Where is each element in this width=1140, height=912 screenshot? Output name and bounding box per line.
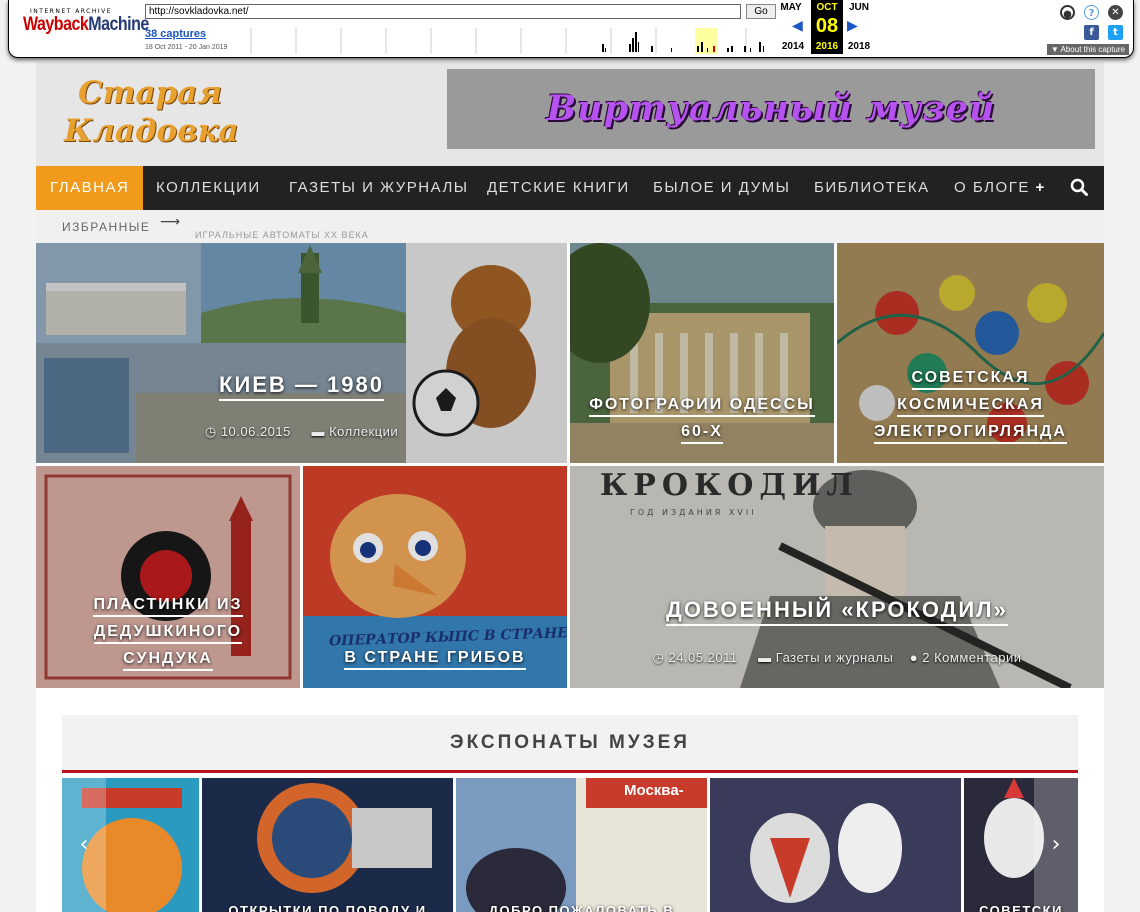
tile-mushrooms-title[interactable]: В СТРАНЕ ГРИБОВ <box>303 644 567 671</box>
nav-item-bygone[interactable]: БЫЛОЕ И ДУМЫ <box>653 166 790 210</box>
main-nav: ГЛАВНАЯ КОЛЛЕКЦИИ ГАЗЕТЫ И ЖУРНАЛЫ ДЕТСК… <box>36 166 1104 210</box>
nav-item-newspapers[interactable]: ГАЗЕТЫ И ЖУРНАЛЫ <box>289 166 469 210</box>
wayback-logo-b: Machine <box>88 14 149 35</box>
exhibit-image <box>202 778 453 912</box>
tile-kiev-title-text: КИЕВ — 1980 <box>219 372 384 401</box>
exhibit-item[interactable]: ‹ <box>62 778 199 912</box>
tile-records[interactable]: ПЛАСТИНКИ ИЗ ДЕДУШКИНОГО СУНДУКА <box>36 466 300 688</box>
tile-garland-title-l2: КОСМИЧЕСКАЯ <box>897 396 1044 417</box>
tile-kiev-category[interactable]: Коллекции <box>329 424 398 439</box>
clock-icon: ◷ <box>652 650 665 665</box>
site-page: Старая Кладовка Виртуальный музей детств… <box>36 62 1104 912</box>
wayback-logo-a: Wayback <box>23 14 89 35</box>
banner-text: Виртуальный музей детства <box>546 88 996 209</box>
tile-kiev-meta: ◷ 10.06.2015 ▬ Коллекции <box>36 424 567 440</box>
wayback-next-year[interactable]: 2018 <box>843 41 875 52</box>
exhibits-title: ЭКСПОНАТЫ МУЗЕЯ <box>62 715 1078 773</box>
wayback-next-arrow-icon[interactable]: ▶ <box>847 18 858 34</box>
slider-next-icon[interactable]: › <box>1034 778 1078 912</box>
exhibit-item[interactable]: Москва- ДОБРО ПОЖАЛОВАТЬ В <box>456 778 707 912</box>
twitter-icon[interactable]: t <box>1108 25 1123 40</box>
wayback-toolbar: INTERNET ARCHIVE WaybackMachine http://s… <box>8 0 1134 58</box>
plus-icon: + <box>1035 179 1046 196</box>
exhibit-item[interactable]: › СОВЕТСКИ <box>964 778 1078 912</box>
featured-bar: ИЗБРАННЫЕ ⟶ ИГРАЛЬНЫЕ АВТОМАТЫ XX ВЕКА <box>36 210 1104 243</box>
tile-kiev-date: 10.06.2015 <box>220 424 291 439</box>
close-icon[interactable]: ✕ <box>1108 5 1123 20</box>
tile-krokodil[interactable]: КРОКОДИЛ ГОД ИЗДАНИЯ XVII ДОВОЕННЫЙ «КРО… <box>570 466 1104 688</box>
wayback-go-button[interactable]: Go <box>746 4 776 19</box>
tile-records-title-l1: ПЛАСТИНКИ ИЗ <box>93 596 243 617</box>
clock-icon: ◷ <box>204 424 217 439</box>
nav-item-children-books[interactable]: ДЕТСКИЕ КНИГИ <box>487 166 630 210</box>
arrow-right-icon[interactable]: ⟶ <box>160 214 180 230</box>
exhibit-item[interactable]: ОТКРЫТКИ ПО ПОВОДУ И <box>202 778 453 912</box>
user-icon[interactable]: ● <box>1060 5 1075 20</box>
tile-records-title[interactable]: ПЛАСТИНКИ ИЗ ДЕДУШКИНОГО СУНДУКА <box>36 591 300 672</box>
folder-icon: ▬ <box>758 650 772 665</box>
wayback-prev-year[interactable]: 2014 <box>777 41 809 52</box>
tile-krokodil-title-text: ДОВОЕННЫЙ «КРОКОДИЛ» <box>666 597 1008 626</box>
wayback-prev-month[interactable]: MAY <box>775 2 807 13</box>
tile-garland-title[interactable]: СОВЕТСКАЯ КОСМИЧЕСКАЯ ЭЛЕКТРОГИРЛЯНДА <box>837 364 1104 445</box>
featured-label: ИЗБРАННЫЕ <box>62 220 151 234</box>
tile-odessa-title-l1: ФОТОГРАФИИ ОДЕССЫ <box>589 396 815 417</box>
nav-item-collections[interactable]: КОЛЛЕКЦИИ <box>156 166 261 210</box>
wayback-capture-range: 18 Oct 2011 - 20 Jan 2019 <box>145 44 228 51</box>
tile-krokodil-title[interactable]: ДОВОЕННЫЙ «КРОКОДИЛ» <box>570 596 1104 626</box>
tile-garland[interactable]: СОВЕТСКАЯ КОСМИЧЕСКАЯ ЭЛЕКТРОГИРЛЯНДА <box>837 243 1104 463</box>
tile-krokodil-date: 24.05.2011 <box>668 650 738 665</box>
header-banner[interactable]: Виртуальный музей детства <box>447 69 1095 209</box>
tile-garland-title-l1: СОВЕТСКАЯ <box>911 369 1030 390</box>
tile-odessa-title-l2: 60-Х <box>681 423 723 444</box>
help-icon[interactable]: ? <box>1084 5 1099 20</box>
site-logo[interactable]: Старая Кладовка <box>64 74 239 150</box>
wayback-cur-year: 2016 <box>815 41 839 52</box>
wayback-captures-link[interactable]: 38 captures <box>145 28 206 40</box>
wayback-next-month[interactable]: JUN <box>843 2 875 13</box>
tile-records-title-l2: ДЕДУШКИНОГО <box>93 623 243 644</box>
tile-mushrooms-title-text: В СТРАНЕ ГРИБОВ <box>344 649 526 670</box>
exhibit-item[interactable] <box>710 778 961 912</box>
nav-item-library[interactable]: БИБЛИОТЕКА <box>814 166 930 210</box>
comment-icon: ● <box>909 650 919 665</box>
tile-odessa[interactable]: ФОТОГРАФИИ ОДЕССЫ 60-Х <box>570 243 834 463</box>
facebook-icon[interactable]: f <box>1084 25 1099 40</box>
folder-icon: ▬ <box>311 424 325 439</box>
wayback-cur-month: OCT <box>816 2 838 13</box>
tile-records-title-l3: СУНДУКА <box>123 650 213 671</box>
exhibit-image <box>710 778 961 912</box>
about-capture-button[interactable]: ▼ About this capture <box>1046 44 1129 55</box>
nav-about-label: О БЛОГЕ <box>954 179 1030 196</box>
logo-line1: Старая <box>78 75 222 111</box>
nav-item-about[interactable]: О БЛОГЕ + <box>954 166 1046 210</box>
tile-garland-title-l3: ЭЛЕКТРОГИРЛЯНДА <box>874 423 1067 444</box>
tile-kiev-title[interactable]: КИЕВ — 1980 <box>36 371 567 401</box>
tile-krokodil-category[interactable]: Газеты и журналы <box>776 650 894 665</box>
featured-ticker[interactable]: ИГРАЛЬНЫЕ АВТОМАТЫ XX ВЕКА <box>195 230 369 240</box>
wayback-prev-arrow-icon[interactable]: ◀ <box>792 18 803 34</box>
site-header: Старая Кладовка Виртуальный музей детств… <box>36 62 1104 209</box>
exhibit-newspaper-title: Москва- <box>624 782 684 799</box>
tile-kiev[interactable]: КИЕВ — 1980 ◷ 10.06.2015 ▬ Коллекции <box>36 243 567 463</box>
wayback-sparkline[interactable] <box>241 28 777 54</box>
tile-krokodil-comments[interactable]: 2 Комментарии <box>922 650 1021 665</box>
tile-krokodil-meta: ◷ 24.05.2011 ▬ Газеты и журналы ● 2 Комм… <box>570 650 1104 666</box>
wayback-logo-main: WaybackMachine <box>23 13 149 37</box>
tile-krokodil-art-title: КРОКОДИЛ <box>600 468 859 503</box>
tile-krokodil-art-sub: ГОД ИЗДАНИЯ XVII <box>630 508 757 517</box>
wayback-url-input[interactable]: http://sovkladovka.net/ <box>145 4 741 19</box>
wayback-day: 08 <box>815 15 839 37</box>
exhibit-caption[interactable]: СОВЕТСКИ <box>964 903 1078 912</box>
logo-line2: Кладовка <box>64 113 239 149</box>
tile-odessa-title[interactable]: ФОТОГРАФИИ ОДЕССЫ 60-Х <box>570 391 834 445</box>
nav-item-home[interactable]: ГЛАВНАЯ <box>36 166 144 210</box>
search-icon[interactable] <box>1070 178 1088 196</box>
exhibit-caption[interactable]: ДОБРО ПОЖАЛОВАТЬ В <box>456 903 707 912</box>
slider-prev-icon[interactable]: ‹ <box>62 778 106 912</box>
tile-mushrooms[interactable]: ОПЕРАТОР КЫПС В СТРАНЕ ГРИБОВ В СТРАНЕ Г… <box>303 466 567 688</box>
exhibit-caption[interactable]: ОТКРЫТКИ ПО ПОВОДУ И <box>202 903 453 912</box>
wayback-logo[interactable]: INTERNET ARCHIVE WaybackMachine <box>23 8 149 44</box>
